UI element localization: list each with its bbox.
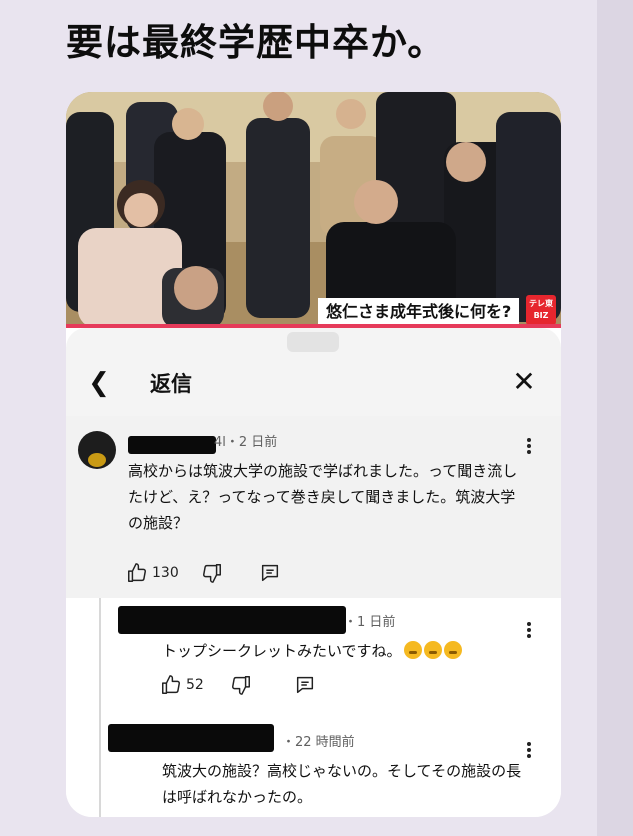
screenshot-card: 悠仁さま成年式後に何を? テレ東 BIZ ❮ 返信 ✕ 4l・2 日前 高校から… (66, 92, 561, 817)
thumbs-down-icon[interactable] (201, 562, 223, 584)
reply-icon[interactable] (259, 562, 281, 584)
redacted-username (128, 436, 216, 454)
like-button[interactable]: 52 (160, 674, 204, 696)
reply-actions: 52 (160, 672, 316, 698)
comment-text: 高校からは筑波大学の施設で学ばれました。って聞き流したけど、え？ってなって巻き戻… (128, 462, 518, 532)
video-caption: 悠仁さま成年式後に何を? (318, 298, 520, 326)
like-count: 130 (152, 565, 179, 581)
replies-sheet: ❮ 返信 ✕ 4l・2 日前 高校からは筑波大学の施設で学ばれました。って聞き流… (66, 328, 561, 817)
shushing-face-icon (423, 641, 442, 659)
thumbs-up-icon (128, 563, 146, 582)
reply-text: トップシークレットみたいですね。 (162, 638, 522, 664)
reply-list: ・1 日前 トップシークレットみたいですね。 52 ・22 時間前 筑波大の施設… (66, 598, 561, 817)
more-options-icon[interactable] (521, 436, 537, 458)
thread-line (99, 598, 101, 817)
reply-meta: ・1 日前 (344, 615, 396, 630)
redacted-user-block (118, 606, 346, 634)
like-button[interactable]: 130 (126, 562, 179, 584)
sheet-header: ❮ 返信 ✕ (66, 352, 561, 416)
channel-logo-bottom: BIZ (533, 311, 549, 320)
video-player[interactable]: 悠仁さま成年式後に何を? テレ東 BIZ (66, 92, 561, 328)
side-gutter (597, 0, 633, 836)
post-headline: 要は最終学歴中卒か。 (66, 21, 446, 64)
reply-text: 筑波大の施設？高校じゃないの。そしてその施設の長は呼ばれなかったの。 (162, 762, 522, 806)
video-frame (66, 92, 561, 328)
reply-meta: ・22 時間前 (282, 735, 355, 750)
comment-actions: 130 (126, 560, 281, 586)
shushing-face-icon (403, 641, 422, 659)
avatar[interactable] (78, 431, 116, 469)
thumbs-down-icon[interactable] (230, 674, 252, 696)
channel-logo: テレ東 BIZ (526, 295, 556, 325)
comment-meta: 4l・2 日前 (214, 435, 278, 450)
more-options-icon[interactable] (521, 620, 537, 642)
reply-icon[interactable] (294, 674, 316, 696)
sheet-drag-handle[interactable] (287, 332, 339, 352)
parent-comment: 4l・2 日前 高校からは筑波大学の施設で学ばれました。って聞き流したけど、え？… (66, 416, 561, 598)
more-options-icon[interactable] (521, 740, 537, 762)
thumbs-up-icon (162, 675, 180, 694)
reply-text-content: トップシークレットみたいですね。 (162, 642, 402, 660)
like-count: 52 (186, 677, 204, 693)
shushing-face-icon (443, 641, 462, 659)
chevron-left-icon[interactable]: ❮ (86, 366, 112, 400)
close-icon[interactable]: ✕ (510, 364, 538, 400)
sheet-title: 返信 (150, 372, 192, 396)
channel-logo-top: テレ東 (529, 299, 553, 308)
redacted-user-block (108, 724, 274, 752)
